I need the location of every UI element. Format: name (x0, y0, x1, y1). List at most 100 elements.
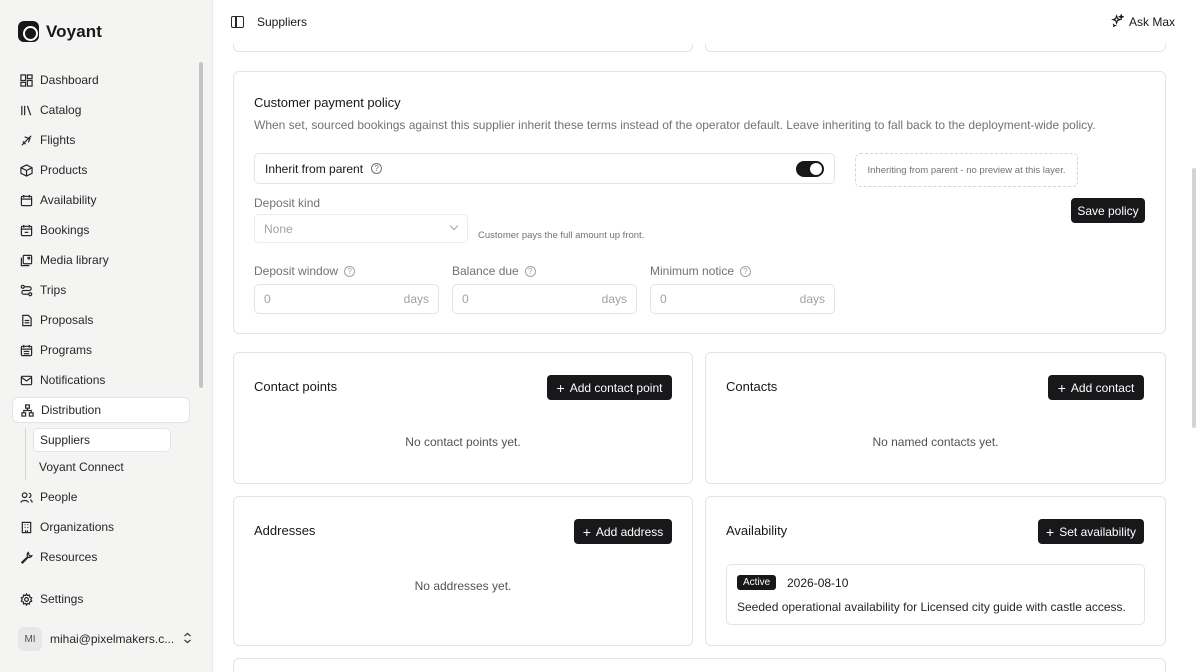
document-icon (19, 313, 33, 327)
minimum-notice-label: Minimum notice ? (650, 264, 752, 278)
add-contact-point-button[interactable]: + Add contact point (547, 375, 672, 400)
sidebar-subitem-voyant-connect[interactable]: Voyant Connect (33, 455, 171, 479)
chevron-down-icon (449, 221, 459, 231)
plane-icon (19, 133, 33, 147)
availability-title: Availability (726, 523, 788, 538)
sparkles-icon (1111, 13, 1125, 30)
sidebar-item-label: Distribution (41, 403, 102, 417)
building-icon (19, 520, 33, 534)
sidebar-item-label: Availability (40, 193, 97, 207)
sidebar-item-programs[interactable]: Programs (12, 337, 190, 363)
addresses-empty: No addresses yet. (414, 579, 512, 593)
dashboard-icon (19, 73, 33, 87)
availability-entry[interactable]: Active 2026-08-10 Seeded operational ava… (726, 564, 1145, 625)
sidebar-item-resources[interactable]: Resources (12, 544, 190, 570)
sidebar-item-dashboard[interactable]: Dashboard (12, 67, 190, 93)
set-availability-button[interactable]: + Set availability (1038, 519, 1144, 544)
policy-title: Customer payment policy (254, 95, 401, 110)
minimum-notice-label-text: Minimum notice (650, 264, 735, 278)
mail-icon (19, 373, 33, 387)
box-icon (19, 163, 33, 177)
sidebar-item-products[interactable]: Products (12, 157, 190, 183)
topbar: Suppliers Ask Max (213, 0, 1189, 44)
sidebar-item-proposals[interactable]: Proposals (12, 307, 190, 333)
sidebar: Voyant Dashboard Catalog Flights Product… (0, 0, 212, 672)
plus-icon: + (1046, 523, 1055, 540)
chevron-up-down-icon (183, 632, 192, 647)
deposit-kind-value: None (264, 221, 293, 236)
sidebar-subitem-label: Voyant Connect (39, 460, 124, 474)
brand-name: Voyant (46, 21, 103, 41)
inherit-row: Inherit from parent ? (254, 153, 835, 184)
payment-policy-card: Customer payment policy When set, source… (233, 71, 1166, 334)
sidebar-item-organizations[interactable]: Organizations (12, 514, 190, 540)
sidebar-item-label: Media library (40, 253, 109, 267)
sidebar-item-label: Notifications (40, 373, 106, 387)
sidebar-item-availability[interactable]: Availability (12, 187, 190, 213)
brand[interactable]: Voyant (18, 21, 102, 42)
balance-due-unit: days (601, 292, 627, 306)
availability-date: 2026-08-10 (787, 576, 849, 590)
policy-description: When set, sourced bookings against this … (254, 118, 1096, 132)
ask-max-label: Ask Max (1128, 15, 1175, 29)
images-icon (19, 253, 33, 267)
sidebar-item-label: Catalog (40, 103, 82, 117)
ask-max-button[interactable]: Ask Max (1111, 13, 1175, 30)
sidebar-item-catalog[interactable]: Catalog (12, 97, 190, 123)
user-email: mihai@pixelmakers.c... (50, 632, 175, 646)
sidebar-subitem-suppliers[interactable]: Suppliers (33, 428, 171, 452)
sidebar-item-label: Programs (40, 343, 93, 357)
sidebar-item-label: Trips (40, 283, 67, 297)
balance-due-input[interactable]: 0 days (452, 284, 637, 314)
sidebar-item-flights[interactable]: Flights (12, 127, 190, 153)
save-policy-button[interactable]: Save policy (1071, 198, 1145, 223)
help-icon[interactable]: ? (740, 265, 752, 277)
sidebar-item-bookings[interactable]: Bookings (12, 217, 190, 243)
network-icon (20, 403, 34, 417)
sidebar-toggle-icon[interactable] (231, 16, 244, 28)
add-contact-point-label: Add contact point (569, 380, 663, 395)
sidebar-item-label: Bookings (40, 223, 90, 237)
plus-icon: + (582, 523, 591, 540)
breadcrumb: Suppliers (257, 15, 308, 29)
next-card (233, 658, 1166, 672)
sidebar-item-trips[interactable]: Trips (12, 277, 190, 303)
sidebar-item-people[interactable]: People (12, 484, 190, 510)
calendar-grid-icon (19, 343, 33, 357)
minimum-notice-input[interactable]: 0 days (650, 284, 835, 314)
minimum-notice-value: 0 (660, 292, 667, 306)
voyant-logo-icon (18, 21, 39, 42)
status-badge: Active (737, 575, 777, 590)
main-scrollbar[interactable] (1192, 168, 1196, 428)
sidebar-item-media-library[interactable]: Media library (12, 247, 190, 273)
wrench-icon (19, 550, 33, 564)
contact-points-empty: No contact points yet. (405, 435, 521, 449)
library-icon (19, 103, 33, 117)
minimum-notice-unit: days (799, 292, 825, 306)
inherit-label: Inherit from parent (265, 161, 364, 176)
sidebar-item-settings[interactable]: Settings (12, 586, 190, 612)
add-address-label: Add address (595, 524, 664, 539)
sidebar-item-label: Flights (40, 133, 76, 147)
inherit-toggle[interactable] (796, 161, 824, 177)
avatar: MI (18, 627, 42, 651)
deposit-kind-select[interactable]: None (254, 214, 468, 243)
deposit-window-input[interactable]: 0 days (254, 284, 439, 314)
help-icon[interactable]: ? (344, 265, 356, 277)
balance-due-value: 0 (462, 292, 469, 306)
sidebar-item-label: Resources (40, 550, 98, 564)
help-icon[interactable]: ? (371, 163, 383, 174)
sidebar-scrollbar[interactable] (199, 62, 203, 388)
calendar-check-icon (19, 223, 33, 237)
sidebar-subitem-label: Suppliers (40, 433, 91, 447)
add-address-button[interactable]: + Add address (574, 519, 672, 544)
sidebar-item-notifications[interactable]: Notifications (12, 367, 190, 393)
deposit-window-label-text: Deposit window (254, 264, 339, 278)
user-menu[interactable]: MI mihai@pixelmakers.c... (18, 626, 192, 652)
sidebar-item-label: Dashboard (40, 73, 99, 87)
gear-icon (19, 592, 33, 606)
help-icon[interactable]: ? (524, 265, 536, 277)
balance-due-label: Balance due ? (452, 264, 536, 278)
sidebar-item-distribution[interactable]: Distribution (12, 397, 190, 423)
add-contact-button[interactable]: + Add contact (1048, 375, 1144, 400)
